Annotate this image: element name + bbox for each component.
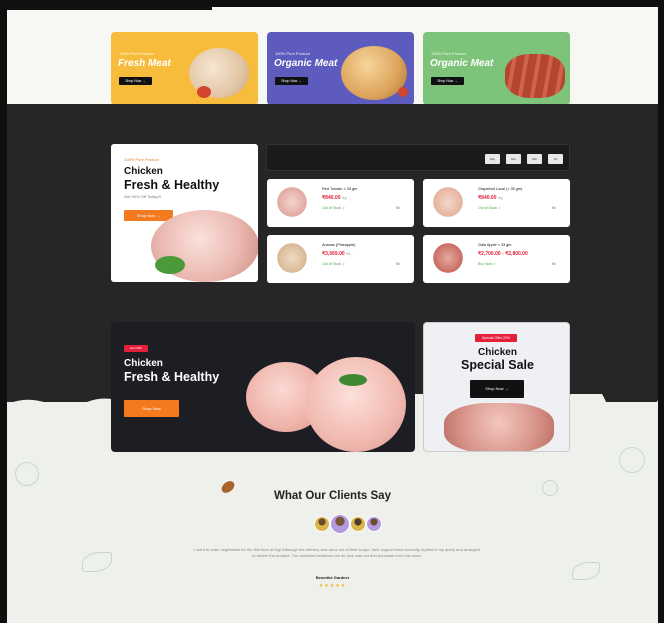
product-image [429,187,467,217]
product-image [429,243,467,273]
product-card[interactable]: Grapefruit Local (× 30 gm) ₹840.00 /kg O… [423,179,570,227]
product-image [273,243,311,273]
origin-label: IN [552,206,556,210]
price-unit: /kg [497,196,503,200]
banner-tag: 100% Pure Product [275,51,310,56]
special-sale-card[interactable]: Special Offer 20% Chicken Special Sale S… [423,322,570,452]
avatar[interactable] [314,516,330,532]
banner-fresh-meat[interactable]: 100% Pure Product Fresh Meat Shop Now → [111,32,258,105]
leaf-decoration-icon [82,552,112,572]
price-value: ₹2,700.00 - ₹2,800.00 [478,251,528,257]
promo-shop-button[interactable]: Shop Now → [124,210,173,221]
countdown-hours: Hrs [506,154,521,164]
sale-line2: Special Sale [461,358,534,372]
price-unit: ₹4,... [346,252,355,256]
rating-stars: ★★★★★ [318,583,347,589]
banner-title: Organic Meat [274,58,338,69]
origin-label: IN [396,262,400,266]
countdown-minutes: Min [527,154,542,164]
sausages-image [505,54,565,98]
countdown-day: Day [485,154,500,164]
price-value: ₹3,569.00 [322,251,345,257]
price-value: ₹840.00 [478,195,497,201]
testimonial-quote: I want to order vegetables for the first… [194,547,480,558]
products-header: Day Hrs Min Sc [266,144,570,171]
promo-tag: 100% Pure Product [124,157,159,162]
promo-subtitle: Get 50% Off Today!!! [124,194,161,199]
banner-shop-button[interactable]: Shop Now → [275,77,308,85]
countdown-seconds: Sc [548,154,563,164]
product-name[interactable]: Red Tomato × 33 gm [322,187,357,191]
raw-meat-image [444,403,554,451]
client-avatars [312,514,388,534]
drumsticks-image [306,357,406,452]
origin-label: IN [396,206,400,210]
stock-status: Out of Stock ✓ [478,206,502,210]
promo-line2: Fresh & Healthy [124,178,220,192]
stock-status: Buy Now ✓ [478,262,496,266]
lettuce-image [155,256,185,274]
product-name[interactable]: Grapefruit Local (× 30 gm) [478,187,522,191]
offer-badge: Get Offer [124,345,148,352]
chicken-banner[interactable]: Get Offer Chicken Fresh & Healthy Shop N… [111,322,415,452]
top-strip [7,7,212,10]
product-card[interactable]: Red Tomato × 33 gm ₹840.00 /kg Out of St… [267,179,414,227]
avatar[interactable] [350,516,366,532]
testimonials-heading: What Our Clients Say [274,490,391,502]
herb-image [339,374,367,386]
banner-tag: 100% Pure Product [431,51,466,56]
banner-line1: Chicken [124,358,163,369]
avatar[interactable] [366,516,382,532]
website-frame: 100% Pure Product Fresh Meat Shop Now → … [7,7,658,623]
leaf-decoration-icon [15,462,39,486]
promo-card: 100% Pure Product Chicken Fresh & Health… [111,144,258,282]
testimonial-author: Benedict Gardner [315,575,350,580]
product-price: ₹840.00 /kg [478,195,503,201]
offer-badge: Special Offer 20% [475,334,517,342]
banner-title: Fresh Meat [118,58,171,69]
banner-title: Organic Meat [430,58,494,69]
stock-status: Out of Stock ✓ [322,262,346,266]
product-price: ₹840.00 /kg [322,195,347,201]
garnish-image [197,86,211,98]
promo-line1: Chicken [124,166,163,177]
avatar[interactable] [330,514,350,534]
price-value: ₹840.00 [322,195,341,201]
sale-shop-button[interactable]: Shop Now → [470,380,524,398]
product-card[interactable]: Ananas (Pineapple) ₹3,569.00 ₹4,... Out … [267,235,414,283]
origin-label: IN [552,262,556,266]
stock-status: Out of Stock ✓ [322,206,346,210]
page: 100% Pure Product Fresh Meat Shop Now → … [0,0,664,623]
price-unit: /kg [341,196,347,200]
leaf-decoration-icon [619,447,645,473]
banner-organic-meat-1[interactable]: 100% Pure Product Organic Meat Shop Now … [267,32,414,105]
banner-tag: 100% Pure Product [119,51,154,56]
sale-line1: Chicken [478,347,517,358]
product-image [273,187,311,217]
product-price: ₹2,700.00 - ₹2,800.00 [478,251,528,257]
product-price: ₹3,569.00 ₹4,... [322,251,354,257]
product-name[interactable]: Ananas (Pineapple) [322,243,355,247]
banner-shop-button[interactable]: Shop Now [124,400,179,417]
garnish-image [398,87,408,97]
banner-organic-meat-2[interactable]: 100% Pure Product Organic Meat Shop Now … [423,32,570,105]
product-name[interactable]: Gala Apple × 33 gm [478,243,511,247]
banner-shop-button[interactable]: Shop Now → [119,77,152,85]
banner-line2: Fresh & Healthy [124,370,220,384]
banner-shop-button[interactable]: Shop Now → [431,77,464,85]
product-card[interactable]: Gala Apple × 33 gm ₹2,700.00 - ₹2,800.00… [423,235,570,283]
